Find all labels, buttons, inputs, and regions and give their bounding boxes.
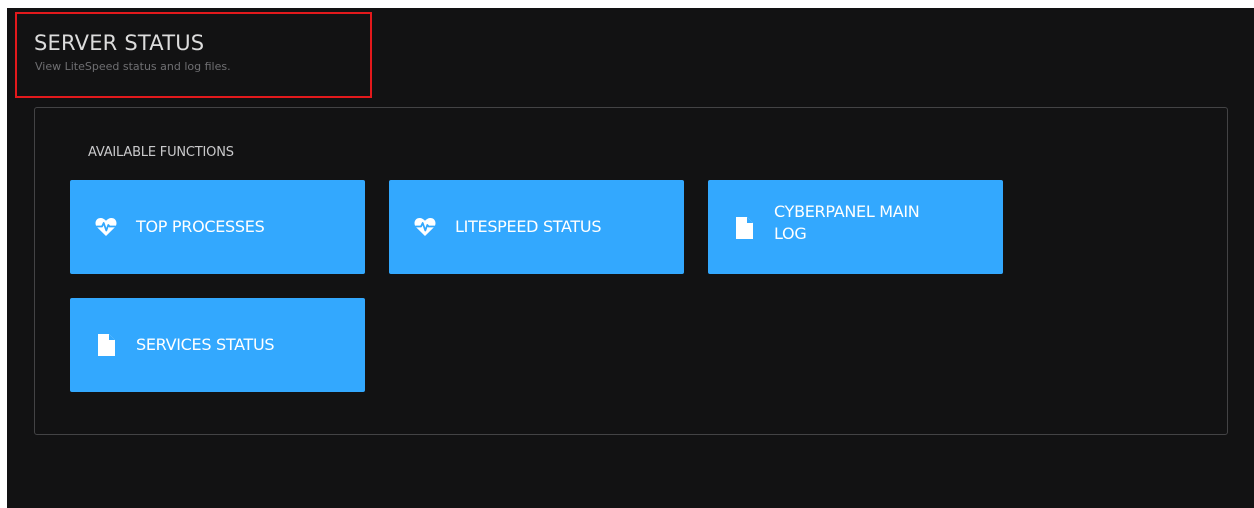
file-icon (733, 217, 755, 239)
top-processes-label: TOP PROCESSES (136, 217, 265, 236)
page-subtitle: View LiteSpeed status and log files. (35, 60, 231, 73)
section-label: AVAILABLE FUNCTIONS (88, 145, 234, 160)
litespeed-status-label: LITESPEED STATUS (455, 217, 602, 236)
cyberpanel-main-log-label: CYBERPANEL MAIN LOG (774, 202, 920, 243)
heartbeat-icon (414, 216, 436, 238)
page-title: SERVER STATUS (34, 31, 205, 55)
top-processes-button[interactable]: TOP PROCESSES (70, 180, 365, 274)
services-status-button[interactable]: SERVICES STATUS (70, 298, 365, 392)
heartbeat-icon (95, 216, 117, 238)
litespeed-status-button[interactable]: LITESPEED STATUS (389, 180, 684, 274)
services-status-label: SERVICES STATUS (136, 335, 275, 354)
cyberpanel-main-log-button[interactable]: CYBERPANEL MAIN LOG (708, 180, 1003, 274)
file-icon (95, 334, 117, 356)
